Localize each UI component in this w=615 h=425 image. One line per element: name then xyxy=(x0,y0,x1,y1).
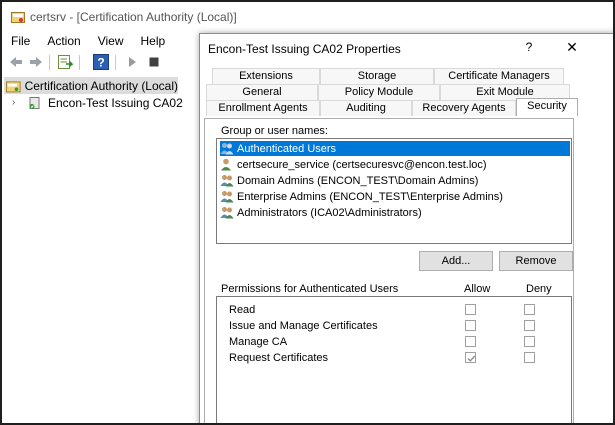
allow-checkbox[interactable] xyxy=(465,320,476,331)
export-list-icon[interactable] xyxy=(57,54,73,70)
deny-checkbox[interactable] xyxy=(524,336,535,347)
menu-view[interactable]: View xyxy=(89,32,132,51)
add-button[interactable]: Add... xyxy=(419,251,493,271)
properties-dialog: Encon-Test Issuing CA02 Properties ? ✕ E… xyxy=(199,33,613,423)
toolbar-separator xyxy=(115,55,116,70)
permission-row-request-certs: Request Certificates xyxy=(217,350,571,366)
ca-folder-icon xyxy=(6,80,21,92)
permission-row-manage-ca: Manage CA xyxy=(217,334,571,350)
user-name: certsecure_service (certsecuresvc@encon.… xyxy=(237,158,487,171)
main-titlebar: certsrv - [Certification Authority (Loca… xyxy=(2,2,613,32)
close-button[interactable]: ✕ xyxy=(562,39,582,57)
permissions-label: Permissions for Authenticated Users xyxy=(221,283,399,295)
toolbar: ? xyxy=(2,52,202,72)
user-name: Enterprise Admins (ENCON_TEST\Enterprise… xyxy=(237,190,503,203)
stop-icon[interactable] xyxy=(146,54,162,70)
user-name: Authenticated Users xyxy=(237,142,337,155)
dialog-title: Encon-Test Issuing CA02 Properties xyxy=(208,42,401,56)
help-button[interactable]: ? xyxy=(519,40,539,58)
tree-item-issuing-ca[interactable]: › Encon-Test Issuing CA02 xyxy=(12,94,183,111)
menu-action[interactable]: Action xyxy=(38,32,88,51)
user-icon xyxy=(221,158,231,171)
svg-text:?: ? xyxy=(97,56,104,70)
list-item[interactable]: Authenticated Users xyxy=(220,141,570,156)
list-item[interactable]: Enterprise Admins (ENCON_TEST\Enterprise… xyxy=(220,189,503,204)
user-list[interactable]: Authenticated Users certsecure_service (… xyxy=(216,138,572,244)
deny-checkbox[interactable] xyxy=(524,320,535,331)
tree-item-label: Encon-Test Issuing CA02 xyxy=(48,95,183,110)
list-item[interactable]: Administrators (ICA02\Administrators) xyxy=(220,205,422,220)
tab-storage[interactable]: Storage xyxy=(320,68,434,84)
list-item[interactable]: Domain Admins (ENCON_TEST\Domain Admins) xyxy=(220,173,478,188)
toolbar-separator xyxy=(49,55,50,70)
user-group-icon xyxy=(220,175,234,187)
permission-label: Manage CA xyxy=(229,336,288,348)
permission-label: Request Certificates xyxy=(229,352,329,364)
ca-server-icon xyxy=(29,96,40,109)
list-item[interactable]: certsecure_service (certsecuresvc@encon.… xyxy=(220,157,487,172)
deny-checkbox[interactable] xyxy=(524,304,535,315)
tab-certificate-managers[interactable]: Certificate Managers xyxy=(434,68,564,84)
help-icon[interactable]: ? xyxy=(93,54,109,70)
remove-button[interactable]: Remove xyxy=(499,251,573,271)
permission-label: Read xyxy=(229,304,256,316)
certsrv-app-icon xyxy=(11,12,25,23)
tree-item-label: Certification Authority (Local) xyxy=(24,78,178,93)
deny-column-header: Deny xyxy=(526,283,552,295)
tab-security[interactable]: Security xyxy=(516,98,578,116)
tab-extensions[interactable]: Extensions xyxy=(212,68,320,84)
user-name: Administrators (ICA02\Administrators) xyxy=(237,206,422,219)
play-icon[interactable] xyxy=(124,54,140,70)
console-tree: Certification Authority (Local) › Encon-… xyxy=(2,75,202,415)
window-title: certsrv - [Certification Authority (Loca… xyxy=(30,10,237,24)
menu-help[interactable]: Help xyxy=(132,32,174,51)
allow-column-header: Allow xyxy=(464,283,491,295)
group-names-label: Group or user names: xyxy=(221,125,328,137)
tab-auditing[interactable]: Auditing xyxy=(320,100,412,116)
permission-label: Issue and Manage Certificates xyxy=(229,320,378,332)
user-group-icon xyxy=(220,191,234,203)
deny-checkbox[interactable] xyxy=(524,352,535,363)
checkmark-icon xyxy=(467,355,476,362)
screenshot-frame: certsrv - [Certification Authority (Loca… xyxy=(0,0,615,425)
user-group-icon xyxy=(220,207,234,219)
permission-row-read: Read xyxy=(217,302,571,318)
forward-arrow-icon[interactable] xyxy=(28,54,44,70)
user-name: Domain Admins (ENCON_TEST\Domain Admins) xyxy=(237,174,479,187)
allow-checkbox[interactable] xyxy=(465,336,476,347)
menu-bar: File Action View Help xyxy=(2,32,202,51)
tab-enrollment-agents[interactable]: Enrollment Agents xyxy=(206,100,320,116)
tab-policy-module[interactable]: Policy Module xyxy=(318,84,440,100)
toolbar-separator xyxy=(79,55,80,70)
permission-row-issue-manage: Issue and Manage Certificates xyxy=(217,318,571,334)
allow-checkbox[interactable] xyxy=(465,352,476,363)
allow-checkbox[interactable] xyxy=(465,304,476,315)
back-arrow-icon[interactable] xyxy=(8,54,24,70)
menu-file[interactable]: File xyxy=(2,32,38,51)
user-group-icon xyxy=(220,143,234,155)
expand-chevron-icon[interactable]: › xyxy=(12,97,24,108)
tree-item-ca-local[interactable]: Certification Authority (Local) xyxy=(4,77,178,94)
tab-recovery-agents[interactable]: Recovery Agents xyxy=(412,100,516,116)
tab-strip: Extensions Storage Certificate Managers … xyxy=(204,68,578,118)
permissions-list: Read Issue and Manage Certificates Manag… xyxy=(216,296,572,423)
tab-general[interactable]: General xyxy=(206,84,318,100)
